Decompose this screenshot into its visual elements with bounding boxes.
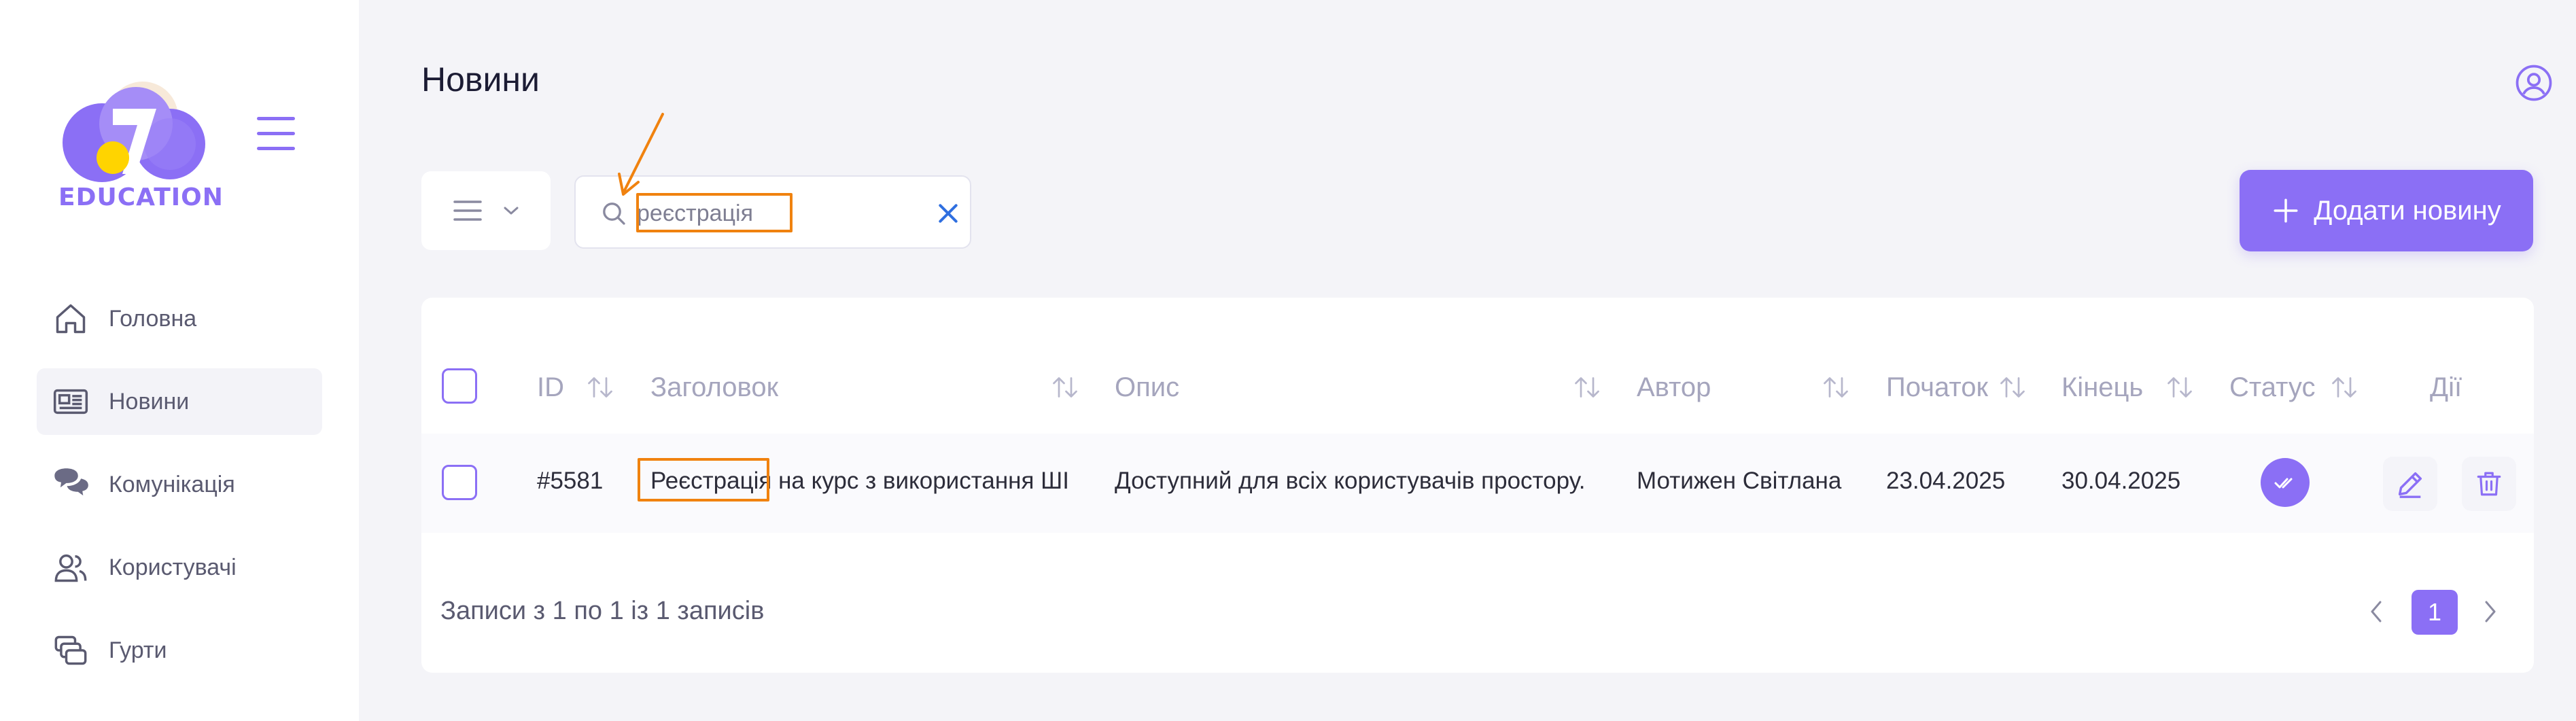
logo-text: EDUCATION: [58, 183, 224, 211]
sort-icon[interactable]: [1822, 375, 1850, 400]
sidebar: EDUCATION Головна Новини Комунікація Кор…: [0, 0, 359, 721]
sidebar-item-label: Гурти: [109, 637, 167, 663]
sort-icon[interactable]: [1998, 375, 2027, 400]
next-page-button[interactable]: [2469, 590, 2512, 633]
search-icon: [603, 203, 625, 225]
double-check-icon: [2274, 478, 2293, 489]
sidebar-item-home[interactable]: Головна: [37, 285, 322, 352]
column-header-title[interactable]: Заголовок: [650, 372, 778, 403]
sort-icon[interactable]: [2165, 375, 2194, 400]
row-title-rest: на курс з використання ШІ: [771, 468, 1069, 494]
users-icon: [52, 548, 90, 586]
news-table: ID Заголовок Опис Автор Початок Кінець С…: [421, 298, 2534, 673]
column-header-status[interactable]: Статус: [2229, 372, 2315, 403]
sidebar-item-news[interactable]: Новини: [37, 368, 322, 435]
delete-button[interactable]: [2462, 457, 2516, 511]
row-author: Мотижен Світлана: [1637, 468, 1842, 494]
sidebar-item-communication[interactable]: Комунікація: [37, 451, 322, 518]
groups-icon: [52, 631, 90, 669]
search-input[interactable]: [637, 197, 882, 230]
sort-icon[interactable]: [1573, 375, 1601, 400]
close-icon[interactable]: [935, 200, 962, 227]
sort-icon[interactable]: [2330, 375, 2359, 400]
select-all-checkbox[interactable]: [442, 368, 477, 404]
chevron-right-icon: [2485, 601, 2496, 622]
prev-page-button[interactable]: [2354, 590, 2398, 633]
trash-icon: [2477, 472, 2501, 496]
page-number-button[interactable]: 1: [2412, 590, 2458, 635]
sidebar-item-label: Комунікація: [109, 471, 235, 497]
row-checkbox[interactable]: [442, 465, 477, 500]
row-id: #5581: [537, 468, 604, 494]
list-icon: [453, 200, 482, 221]
pencil-icon: [2398, 472, 2422, 498]
newspaper-icon: [52, 383, 90, 421]
row-title-match: Реєстрація: [650, 468, 772, 494]
home-icon: [52, 300, 90, 338]
row-title[interactable]: Реєстрація на курс з використання ШІ: [650, 468, 1069, 495]
sort-icon[interactable]: [1051, 375, 1079, 400]
page-title: Новини: [421, 60, 540, 99]
search-box: [574, 175, 971, 249]
column-header-end[interactable]: Кінець: [2061, 372, 2143, 403]
chat-bubbles-icon: [52, 465, 90, 504]
sidebar-item-label: Користувачі: [109, 554, 237, 580]
records-info: Записи з 1 по 1 із 1 записів: [440, 597, 765, 625]
edit-button[interactable]: [2383, 457, 2437, 511]
chevron-down-icon: [504, 207, 519, 215]
sidebar-item-groups[interactable]: Гурти: [37, 617, 322, 684]
add-news-label: Додати новину: [2314, 195, 2501, 226]
sidebar-nav: Головна Новини Комунікація Користувачі Г…: [37, 285, 322, 700]
row-description: Доступний для всіх користувачів простору…: [1115, 468, 1586, 494]
user-profile-icon[interactable]: [2515, 64, 2553, 102]
chevron-left-icon: [2371, 601, 2382, 622]
column-menu-button[interactable]: [421, 171, 551, 250]
column-header-start[interactable]: Початок: [1886, 372, 1988, 403]
sort-icon[interactable]: [586, 375, 614, 400]
status-published-badge[interactable]: [2261, 458, 2310, 507]
plus-icon: [2274, 198, 2298, 223]
column-header-id[interactable]: ID: [537, 372, 564, 403]
column-header-author[interactable]: Автор: [1637, 372, 1711, 403]
menu-toggle-icon[interactable]: [257, 117, 299, 152]
column-header-actions: Дії: [2430, 372, 2462, 402]
row-start-date: 23.04.2025: [1886, 468, 2006, 494]
sidebar-item-label: Головна: [109, 305, 197, 332]
sidebar-item-users[interactable]: Користувачі: [37, 534, 322, 601]
column-header-description[interactable]: Опис: [1115, 372, 1179, 403]
row-end-date: 30.04.2025: [2061, 468, 2181, 494]
add-news-button[interactable]: Додати новину: [2240, 170, 2533, 251]
sidebar-item-label: Новини: [109, 388, 190, 415]
